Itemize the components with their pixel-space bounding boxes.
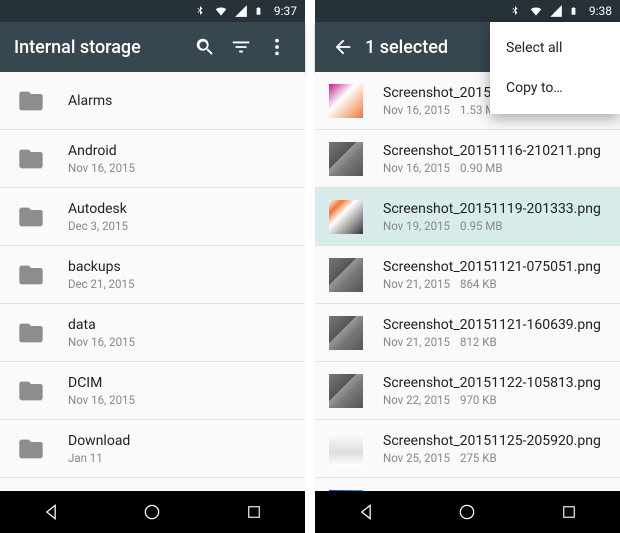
folder-name: data [68,317,291,333]
folder-name: Download [68,433,291,449]
status-bar: 9:37 [0,0,305,22]
file-row[interactable]: Screenshot_20151119-201333.png Nov 19, 20… [315,188,620,246]
nav-home-button[interactable] [142,502,162,522]
folder-row[interactable]: Android Nov 16, 2015 [0,130,305,188]
file-row[interactable]: Screenshot_20151116-210211.png Nov 16, 20… [315,130,620,188]
file-meta: Nov 22, 2015970 KB [383,393,606,407]
folder-date: Dec 3, 2015 [68,219,291,233]
folder-row[interactable]: Alarms [0,72,305,130]
nav-recent-button[interactable] [244,502,264,522]
file-name: Screenshot_20151122-105813.png [383,375,606,391]
battery-icon [569,4,583,18]
wifi-icon [214,4,228,18]
folder-date: Nov 16, 2015 [68,161,291,175]
nav-recent-button[interactable] [559,502,579,522]
status-time: 9:38 [589,4,612,18]
folder-date: Jan 11 [68,451,291,465]
folder-row[interactable]: DCIM Nov 16, 2015 [0,362,305,420]
search-button[interactable] [187,29,223,65]
phone-right: 9:38 1 selected Select all Copy to… Scre… [315,0,620,533]
folder-icon [14,84,48,118]
navigation-bar [315,491,620,533]
file-name: Screenshot_20151121-160639.png [383,317,606,333]
phone-left: 9:37 Internal storage Alarms Android Nov 1… [0,0,305,533]
status-time: 9:37 [274,4,297,18]
folder-icon [14,258,48,292]
folder-icon [14,316,48,350]
nav-back-button[interactable] [356,502,376,522]
file-meta: Nov 16, 20150.90 MB [383,161,606,175]
file-thumbnail [329,316,363,350]
file-row[interactable]: Screenshot_20151121-075051.png Nov 21, 20… [315,246,620,304]
folder-row[interactable]: backups Dec 21, 2015 [0,246,305,304]
folder-name: Android [68,143,291,159]
battery-icon [254,4,268,18]
folder-date: Nov 16, 2015 [68,335,291,349]
file-meta: Nov 21, 2015812 KB [383,335,606,349]
sort-button[interactable] [223,29,259,65]
file-meta: Nov 25, 2015275 KB [383,451,606,465]
file-row[interactable]: Screenshot_20151121-160639.png Nov 21, 20… [315,304,620,362]
overflow-menu-button[interactable] [259,29,295,65]
file-row[interactable]: Screenshot_20151125-205920.png Nov 25, 20… [315,420,620,478]
menu-item-copy-to[interactable]: Copy to… [490,68,620,108]
back-arrow-button[interactable] [325,29,361,65]
page-title: Internal storage [10,37,187,58]
file-thumbnail [329,200,363,234]
file-thumbnail [329,432,363,466]
file-meta: Nov 21, 2015864 KB [383,277,606,291]
folder-icon [14,374,48,408]
wifi-icon [529,4,543,18]
status-bar: 9:38 [315,0,620,22]
overflow-menu-popup: Select all Copy to… [490,22,620,114]
folder-date: Dec 21, 2015 [68,277,291,291]
file-row[interactable]: Screenshot_20151122-105813.png Nov 22, 20… [315,362,620,420]
file-name: Screenshot_20151121-075051.png [383,259,606,275]
folder-row[interactable]: Autodesk Dec 3, 2015 [0,188,305,246]
file-thumbnail [329,258,363,292]
signal-icon [549,4,563,18]
menu-item-select-all[interactable]: Select all [490,28,620,68]
folder-date: Nov 16, 2015 [68,393,291,407]
bluetooth-icon [194,4,208,18]
folder-icon [14,432,48,466]
navigation-bar [0,491,305,533]
file-meta: Nov 19, 20150.95 MB [383,219,606,233]
bluetooth-icon [509,4,523,18]
file-thumbnail [329,84,363,118]
file-row[interactable]: Screenshot_20151130-091810.pngNov 30, 20… [315,478,620,491]
file-name: Screenshot_20151116-210211.png [383,143,606,159]
file-list: Screenshot_2015…Nov 16, 20151.53 MBScree… [315,72,620,491]
file-thumbnail [329,374,363,408]
folder-name: backups [68,259,291,275]
file-thumbnail [329,142,363,176]
folder-row[interactable]: data Nov 16, 2015 [0,304,305,362]
nav-home-button[interactable] [457,502,477,522]
folder-row[interactable]: Download Jan 11 [0,420,305,478]
app-bar: Internal storage [0,22,305,72]
file-name: Screenshot_20151119-201333.png [383,201,606,217]
file-name: Screenshot_20151125-205920.png [383,433,606,449]
folder-icon [14,142,48,176]
folder-list: Alarms Android Nov 16, 2015 Autodesk Dec 3, … [0,72,305,491]
folder-name: Autodesk [68,201,291,217]
folder-icon [14,200,48,234]
folder-name: DCIM [68,375,291,391]
signal-icon [234,4,248,18]
nav-back-button[interactable] [41,502,61,522]
folder-row[interactable]: ExpensifyDec 23, 2015 [0,478,305,491]
folder-name: Alarms [68,93,291,109]
